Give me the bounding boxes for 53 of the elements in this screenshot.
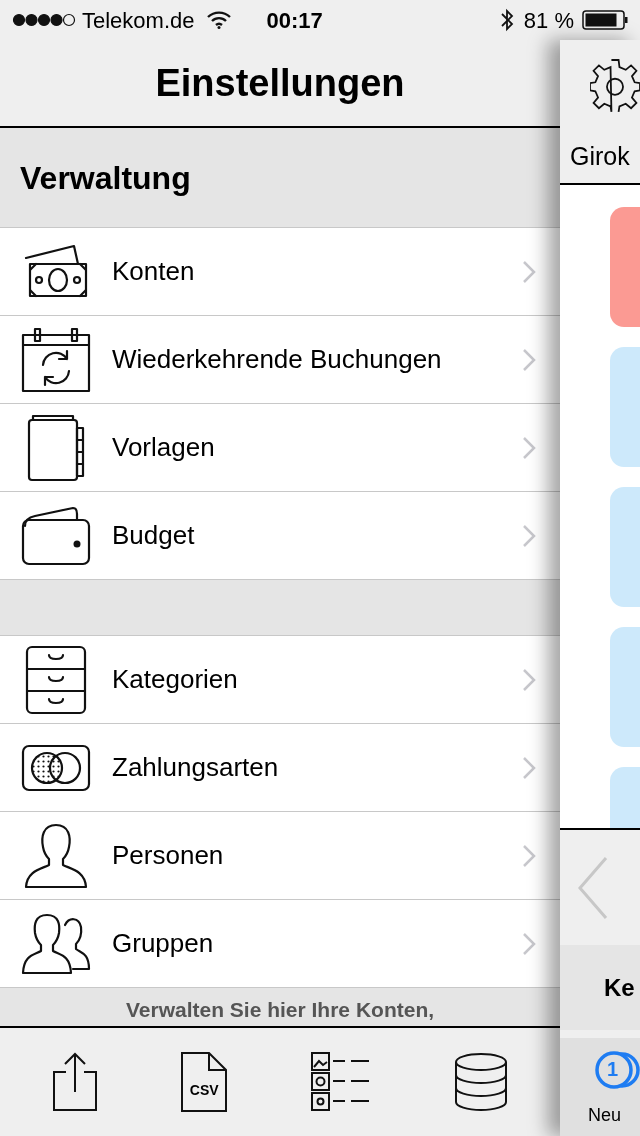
people-icon (21, 912, 91, 975)
tab-label[interactable]: Neu (588, 1102, 622, 1129)
csv-export-button[interactable]: CSV (177, 1048, 232, 1116)
row-label: Personen (112, 839, 225, 872)
chevron-left-icon (578, 855, 608, 920)
chevron-right-icon (522, 843, 536, 868)
database-icon (454, 1052, 509, 1112)
coin-number: 1 (607, 1057, 619, 1081)
person-icon (23, 822, 89, 889)
settings-row[interactable]: Vorlagen (0, 404, 560, 492)
chevron-right-icon (522, 931, 536, 956)
payment-card-icon (21, 743, 91, 792)
bluetooth-icon (499, 8, 514, 32)
battery-icon (582, 10, 628, 30)
calendar-repeat-icon (21, 326, 91, 393)
wifi-icon (206, 11, 231, 29)
row-label: Kategorien (112, 663, 239, 696)
settings-row[interactable]: Zahlungsarten (0, 724, 560, 812)
image-list-icon (310, 1052, 371, 1112)
settings-row[interactable]: Personen (0, 812, 560, 900)
settings-row[interactable]: Budget (0, 492, 560, 580)
banknotes-icon (22, 243, 90, 300)
signal-icon (12, 13, 76, 27)
binder-icon (25, 413, 87, 482)
settings-row[interactable]: Gruppen (0, 900, 560, 988)
settings-row[interactable]: Kategorien (0, 636, 560, 724)
chevron-right-icon (522, 667, 536, 692)
row-label: Gruppen (112, 927, 215, 960)
row-label: Wiederkehrende Buchungen (112, 343, 443, 376)
chevron-right-icon (522, 435, 536, 460)
document-icon (181, 1052, 228, 1112)
drawers-icon (25, 644, 87, 715)
chevron-right-icon (522, 347, 536, 372)
share-icon (51, 1052, 98, 1112)
section-label: Ke (604, 972, 635, 1003)
row-label: Zahlungsarten (112, 751, 280, 784)
section-title: Verwaltung (20, 158, 191, 198)
wallet-icon (21, 505, 91, 566)
clock-time: 00:17 (266, 6, 323, 35)
settings-row[interactable]: Konten (0, 228, 560, 316)
account-title: Girok (570, 140, 630, 172)
settings-row[interactable]: Wiederkehrende Buchungen (0, 316, 560, 404)
row-label: Vorlagen (112, 431, 216, 464)
csv-label: CSV (189, 1081, 219, 1100)
chevron-right-icon (522, 755, 536, 780)
chevron-right-icon (522, 259, 536, 284)
screen-title: Einstellungen (155, 60, 405, 106)
carrier-name: Telekom.de (82, 6, 195, 35)
row-label: Budget (112, 519, 196, 552)
row-label: Konten (112, 255, 196, 288)
chevron-right-icon (522, 523, 536, 548)
battery-percentage: 81 % (523, 6, 574, 35)
footer-text: Verwalten Sie hier Ihre Konten, (125, 998, 435, 1022)
